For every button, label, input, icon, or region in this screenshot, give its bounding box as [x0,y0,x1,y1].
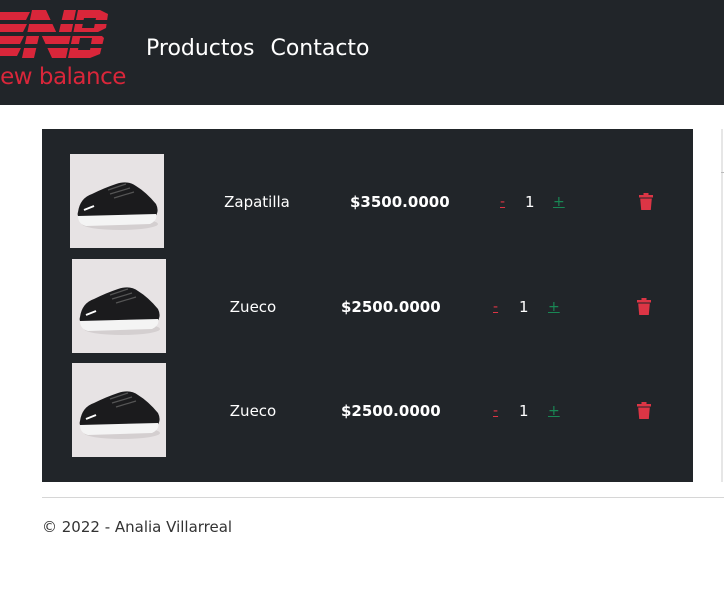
trash-icon[interactable] [639,193,653,210]
increase-quantity-button[interactable]: + [548,403,560,419]
cart-table: Zapatilla $3500.0000 - 1 + Zueco $2500.0… [42,129,693,482]
decrease-quantity-button[interactable]: - [493,403,498,419]
quantity-value: 1 [519,402,529,420]
product-price: $2500.0000 [341,402,441,420]
trash-icon[interactable] [637,298,651,315]
footer-copyright: © 2022 - Analia Villarreal [42,518,233,536]
quantity-value: 1 [519,298,529,316]
quantity-value: 1 [525,193,535,211]
product-price: $3500.0000 [350,193,450,211]
product-name: Zueco [229,402,277,420]
nav-link-productos[interactable]: Productos [146,36,254,61]
brand-name: new balance [0,64,126,90]
product-image [72,259,166,353]
nav-menu: Productos Contacto [146,36,370,61]
navbar: new balance Productos Contacto [0,0,724,105]
nb-logo-mark [0,10,130,58]
decrease-quantity-button[interactable]: - [493,299,498,315]
scroll-edge [721,129,723,482]
brand-logo[interactable]: new balance [0,0,130,105]
increase-quantity-button[interactable]: + [548,299,560,315]
product-image [70,154,164,248]
footer-divider [42,497,724,498]
product-price: $2500.0000 [341,298,441,316]
increase-quantity-button[interactable]: + [553,194,565,210]
product-name: Zapatilla [224,193,290,211]
cart-row: Zueco $2500.0000 - 1 + [42,362,693,458]
product-name: Zueco [229,298,277,316]
cart-row: Zueco $2500.0000 - 1 + [42,258,693,354]
product-image [72,363,166,457]
decrease-quantity-button[interactable]: - [500,194,505,210]
trash-icon[interactable] [637,402,651,419]
nav-link-contacto[interactable]: Contacto [270,36,369,61]
cart-row: Zapatilla $3500.0000 - 1 + [42,153,693,249]
